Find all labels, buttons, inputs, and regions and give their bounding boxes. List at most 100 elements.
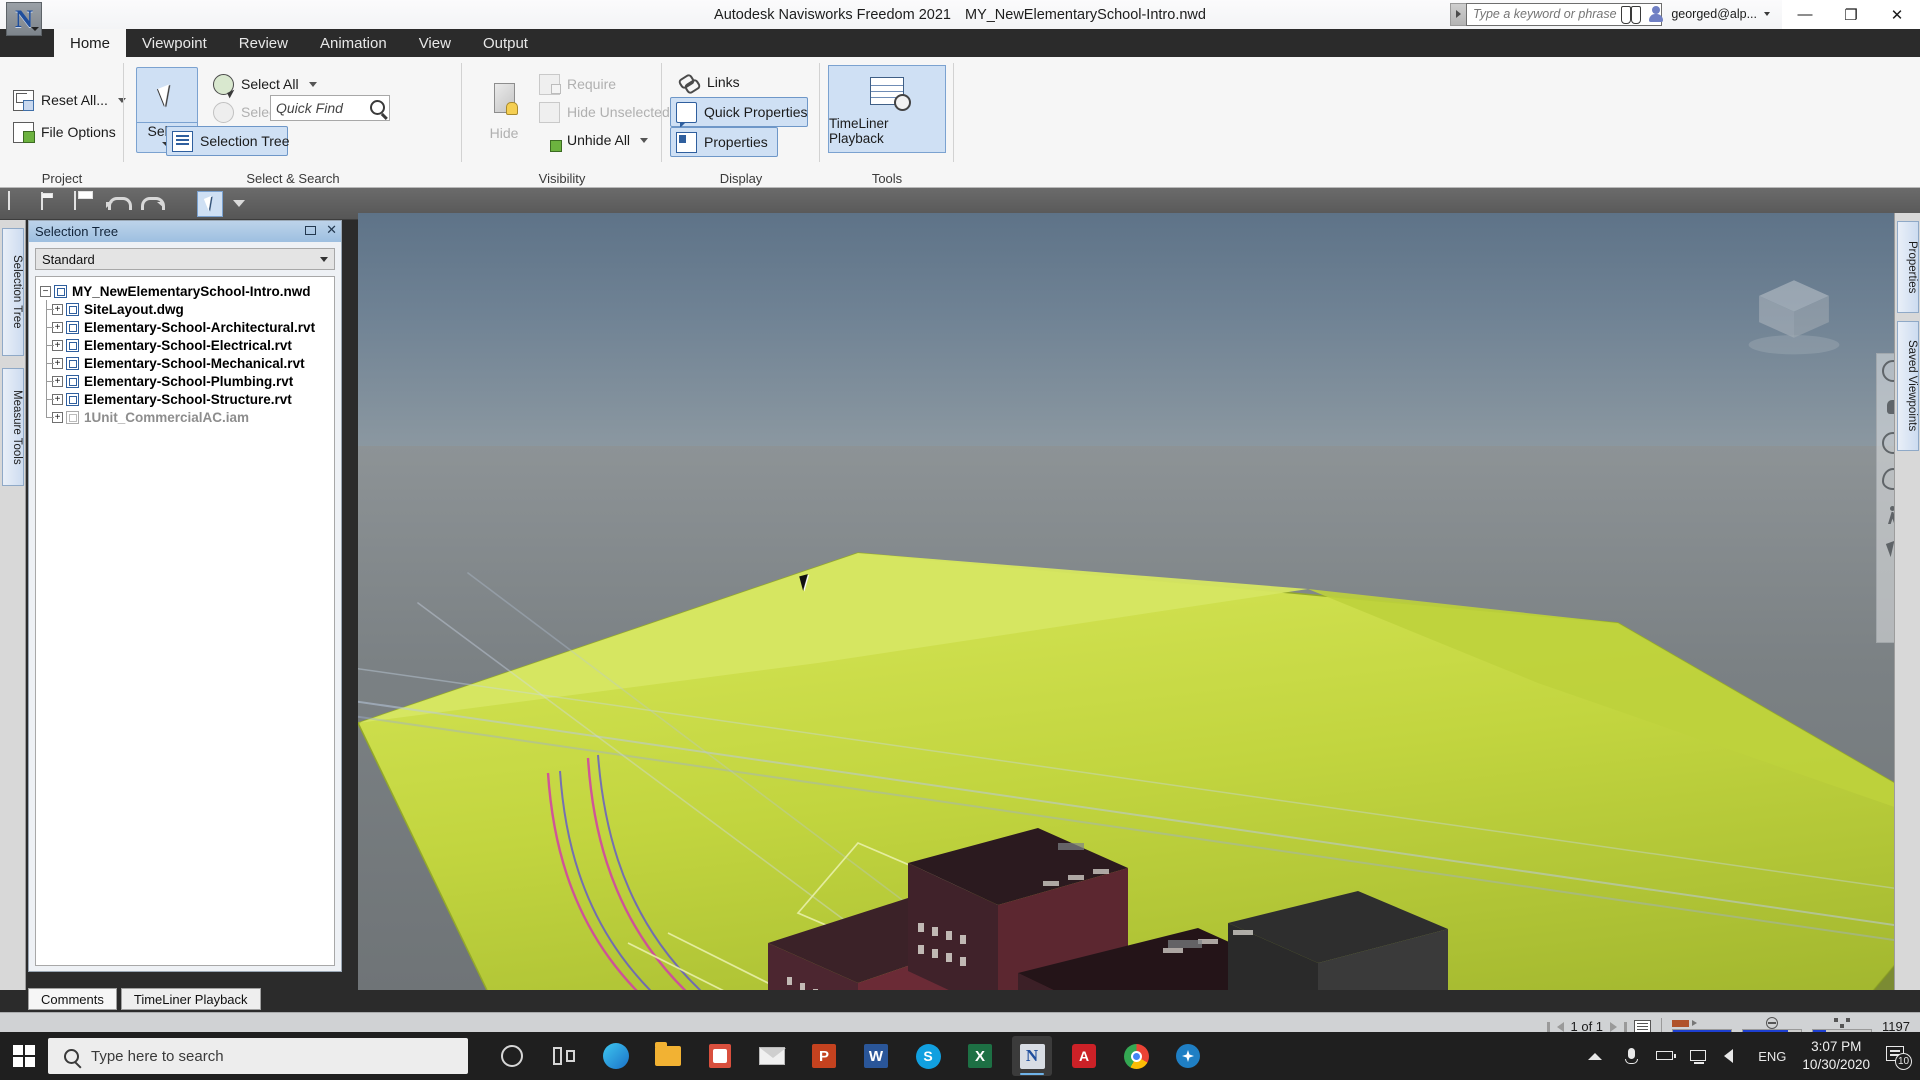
tree-item[interactable]: + Elementary-School-Plumbing.rvt xyxy=(40,372,330,390)
dock-tab-measure-tools[interactable]: Measure Tools xyxy=(2,368,24,486)
dock-tab-properties[interactable]: Properties xyxy=(1897,221,1919,313)
account-name-label[interactable]: georged@alp... xyxy=(1671,7,1757,21)
file-icon xyxy=(66,392,79,406)
model-3d-viewport[interactable] xyxy=(358,213,1920,990)
chrome-icon[interactable] xyxy=(1116,1036,1156,1076)
undo-icon[interactable] xyxy=(106,192,132,215)
cortana-icon[interactable] xyxy=(492,1036,532,1076)
qat-select-tool-icon[interactable] xyxy=(197,190,223,217)
word-icon[interactable]: W xyxy=(856,1036,896,1076)
print-icon[interactable] xyxy=(74,191,97,215)
file-icon xyxy=(54,284,67,298)
tree-item[interactable]: + Elementary-School-Architectural.rvt xyxy=(40,318,330,336)
skype-icon[interactable]: S xyxy=(908,1036,948,1076)
unhide-all-icon xyxy=(539,130,562,152)
bluebeam-icon[interactable] xyxy=(1168,1036,1208,1076)
previous-page-icon[interactable] xyxy=(1556,1021,1564,1032)
acrobat-icon[interactable]: A xyxy=(1064,1036,1104,1076)
microphone-icon[interactable] xyxy=(1622,1047,1640,1065)
close-button[interactable]: ✕ xyxy=(1874,0,1920,29)
store-icon[interactable] xyxy=(700,1036,740,1076)
mail-icon[interactable] xyxy=(752,1036,792,1076)
dock-tab-selection-tree[interactable]: Selection Tree xyxy=(2,228,24,356)
user-avatar-icon[interactable] xyxy=(1648,6,1664,22)
open-file-icon[interactable] xyxy=(41,192,64,215)
tree-item[interactable]: + 1Unit_CommercialAC.iam xyxy=(40,408,330,426)
file-options-button[interactable]: File Options xyxy=(8,117,121,147)
navisworks-icon[interactable]: N xyxy=(1012,1036,1052,1076)
tab-home[interactable]: Home xyxy=(54,29,127,57)
tab-output[interactable]: Output xyxy=(467,29,544,57)
volume-icon[interactable] xyxy=(1724,1047,1742,1065)
select-all-chevron-down-icon[interactable] xyxy=(308,81,317,87)
powerpoint-icon[interactable]: P xyxy=(804,1036,844,1076)
bottom-tab-comments[interactable]: Comments xyxy=(28,988,117,1010)
view-cube[interactable] xyxy=(1740,261,1848,357)
edge-icon[interactable] xyxy=(596,1036,636,1076)
qat-customize-chevron-down-icon[interactable] xyxy=(233,200,245,207)
tree-item[interactable]: + Elementary-School-Mechanical.rvt xyxy=(40,354,330,372)
clock-time: 3:07 PM xyxy=(1811,1038,1862,1054)
tab-review[interactable]: Review xyxy=(223,29,304,57)
quick-properties-label: Quick Properties xyxy=(704,104,808,120)
taskbar-search-box[interactable]: Type here to search xyxy=(48,1038,468,1074)
show-hidden-icons-chevron-up-icon[interactable] xyxy=(1588,1047,1606,1065)
bottom-tab-timeliner-playback[interactable]: TimeLiner Playback xyxy=(120,988,261,1010)
network-icon[interactable] xyxy=(1690,1047,1708,1065)
file-explorer-icon[interactable] xyxy=(648,1036,688,1076)
maximize-button[interactable]: ❐ xyxy=(1828,0,1874,29)
redo-icon[interactable] xyxy=(140,192,165,215)
first-page-icon[interactable] xyxy=(1546,1021,1550,1032)
battery-icon[interactable] xyxy=(1656,1047,1677,1065)
start-button[interactable] xyxy=(0,1032,48,1080)
notifications-icon[interactable]: 10 xyxy=(1886,1046,1912,1070)
tree-item-label: Elementary-School-Plumbing.rvt xyxy=(84,373,294,389)
language-indicator[interactable]: ENG xyxy=(1758,1049,1786,1064)
minimize-button[interactable]: — xyxy=(1782,0,1828,29)
tab-animation[interactable]: Animation xyxy=(304,29,403,57)
require-button: Require xyxy=(534,69,621,99)
float-panel-icon[interactable] xyxy=(305,223,318,236)
excel-icon[interactable]: X xyxy=(960,1036,1000,1076)
hide-unselected-icon xyxy=(539,101,560,123)
timeliner-playback-label: TimeLiner Playback xyxy=(829,116,889,146)
quick-find-search-icon[interactable] xyxy=(370,100,385,115)
last-page-icon[interactable] xyxy=(1624,1021,1628,1032)
selection-tree-list[interactable]: − MY_NewElementarySchool-Intro.nwd + Sit… xyxy=(35,276,335,966)
links-icon xyxy=(679,72,700,93)
tab-view[interactable]: View xyxy=(403,29,467,57)
ribbon-panel-visibility: Hide Require Hide Unselected Unhide All … xyxy=(462,57,670,188)
tree-item-root[interactable]: − MY_NewElementarySchool-Intro.nwd xyxy=(40,282,330,300)
reset-all-button[interactable]: Reset All... xyxy=(8,85,131,115)
search-expand-icon[interactable] xyxy=(1450,2,1466,26)
tree-item[interactable]: + SiteLayout.dwg xyxy=(40,300,330,318)
quick-properties-button[interactable]: Quick Properties xyxy=(670,97,808,128)
chevron-down-icon[interactable] xyxy=(320,256,328,262)
timeliner-playback-button[interactable]: TimeLiner Playback xyxy=(828,65,946,153)
new-file-icon[interactable] xyxy=(8,191,31,215)
tab-viewpoint[interactable]: Viewpoint xyxy=(126,29,223,57)
unhide-all-button[interactable]: Unhide All xyxy=(534,125,653,155)
reset-all-label: Reset All... xyxy=(41,92,108,108)
bottom-dock-tabs: Comments TimeLiner Playback xyxy=(28,988,428,1012)
tree-expander[interactable]: − xyxy=(40,285,51,297)
properties-button[interactable]: Properties xyxy=(670,127,778,157)
panel-label-project: Project xyxy=(41,171,83,186)
selection-tree-title-label: Selection Tree xyxy=(35,224,119,239)
tree-item[interactable]: + Elementary-School-Electrical.rvt xyxy=(40,336,330,354)
task-view-icon[interactable] xyxy=(544,1036,584,1076)
dock-tab-saved-viewpoints[interactable]: Saved Viewpoints xyxy=(1897,321,1919,451)
unhide-all-chevron-down-icon[interactable] xyxy=(640,137,649,143)
close-panel-icon[interactable]: ✕ xyxy=(326,223,337,236)
selection-tree-button[interactable]: Selection Tree xyxy=(166,126,290,156)
account-chevron-down-icon[interactable] xyxy=(1764,12,1770,16)
taskbar-clock[interactable]: 3:07 PM 10/30/2020 xyxy=(1802,1038,1870,1074)
links-button[interactable]: Links xyxy=(674,67,745,97)
binoculars-icon[interactable] xyxy=(1621,6,1642,24)
selection-tree-mode-dropdown[interactable]: Standard xyxy=(35,248,335,270)
tree-item[interactable]: + Elementary-School-Structure.rvt xyxy=(40,390,330,408)
next-page-icon[interactable] xyxy=(1610,1021,1618,1032)
panel-label-display: Display xyxy=(719,171,763,186)
quick-find-input[interactable]: Quick Find xyxy=(270,95,390,121)
application-menu-button[interactable]: N xyxy=(6,2,42,36)
